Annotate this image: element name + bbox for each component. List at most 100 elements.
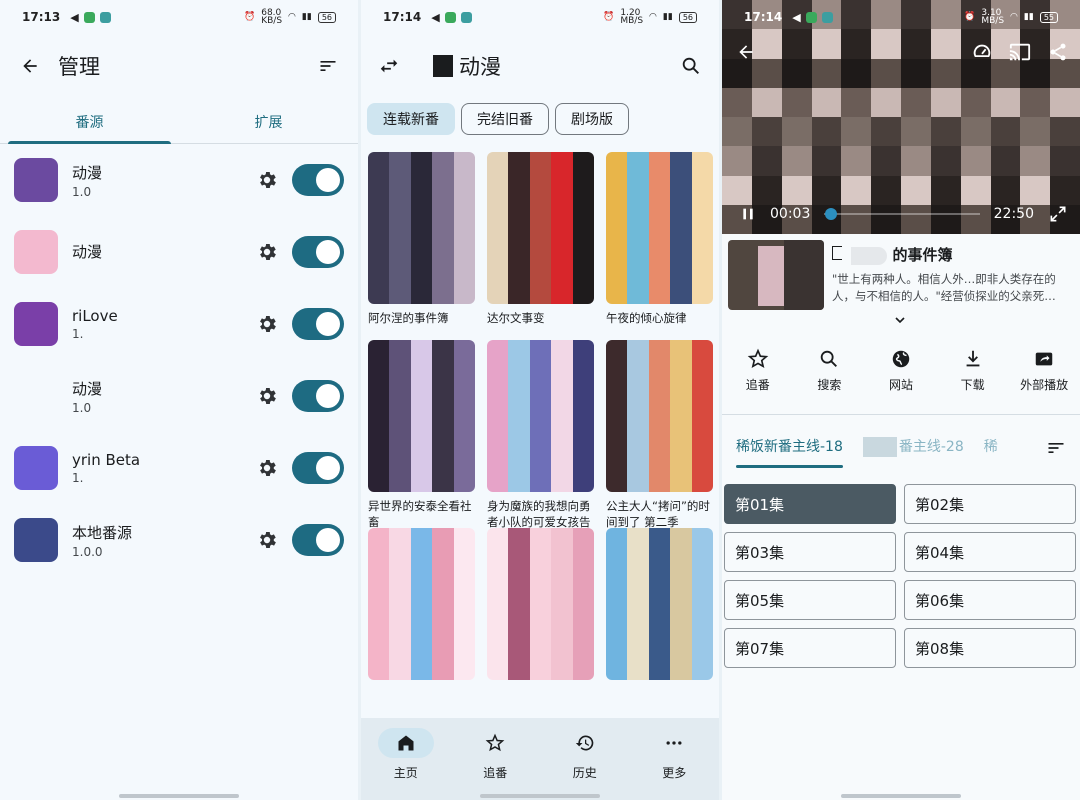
episode-button[interactable]: 第07集 <box>724 628 896 668</box>
source-toggle[interactable] <box>292 236 344 268</box>
source-row[interactable]: 动漫 1.0 <box>0 360 358 432</box>
source-avatar <box>14 518 58 562</box>
download-button[interactable]: 下载 <box>937 348 1009 393</box>
share-icon[interactable] <box>1046 40 1070 64</box>
pause-icon[interactable] <box>736 202 760 226</box>
tab-extensions[interactable]: 扩展 <box>179 100 358 143</box>
episode-button[interactable]: 第02集 <box>904 484 1076 524</box>
gear-icon[interactable] <box>256 313 278 335</box>
player-controls: 00:03 22:50 <box>736 202 1070 226</box>
search-icon[interactable] <box>679 54 703 78</box>
wifi-icon: ◠ <box>288 12 296 22</box>
current-time: 00:03 <box>770 206 811 222</box>
anime-cover <box>368 528 475 680</box>
alarm-icon: ⏰ <box>964 12 976 22</box>
nav-history[interactable]: 历史 <box>540 718 630 800</box>
episode-button[interactable]: 第05集 <box>724 580 896 620</box>
app-notification-icon <box>821 11 833 23</box>
action-row: 追番 搜索 网站 下载 外部播放 <box>722 348 1080 393</box>
anime-cover <box>487 528 594 680</box>
video-player[interactable]: 17:14 ◀ ⏰ 3.10 MB/S ◠ ▮▮ 55 00:03 22:50 <box>722 0 1080 234</box>
anime-card[interactable] <box>606 528 713 716</box>
swap-source-icon[interactable] <box>377 54 401 78</box>
route-tab[interactable]: 稀饭新番主线-18 <box>736 436 843 468</box>
route-tab[interactable]: 稀 <box>984 436 998 464</box>
source-toggle[interactable] <box>292 380 344 412</box>
source-toggle[interactable] <box>292 452 344 484</box>
anime-card[interactable]: 身为魔族的我想向勇者小队的可爱女孩告白。 <box>487 340 594 545</box>
divider <box>722 414 1080 415</box>
source-toggle[interactable] <box>292 308 344 340</box>
app-notification-icon <box>444 11 456 23</box>
route-tab[interactable]: 番主线-28 <box>862 436 964 465</box>
source-version: 1. <box>72 471 84 485</box>
signal-icon: ▮▮ <box>662 12 673 22</box>
gear-icon[interactable] <box>256 529 278 551</box>
detail-screen: 17:14 ◀ ⏰ 3.10 MB/S ◠ ▮▮ 55 00:03 22:50 … <box>722 0 1080 800</box>
source-row[interactable]: yrin Beta 1. <box>0 432 358 504</box>
page-title: 动漫 <box>459 55 501 79</box>
cast-icon[interactable] <box>1008 40 1032 64</box>
back-arrow-icon[interactable] <box>18 54 42 78</box>
star-icon <box>467 728 523 758</box>
seek-bar[interactable] <box>824 208 980 220</box>
anime-card[interactable]: 阿尔涅的事件簿 <box>368 152 475 340</box>
anime-title: 的事件簿 <box>892 246 953 264</box>
anime-card[interactable]: 公主大人“拷问”的时间到了 第二季 <box>606 340 713 529</box>
more-dots-icon <box>646 728 702 758</box>
chip-movie[interactable]: 剧场版 <box>555 103 629 135</box>
source-toggle[interactable] <box>292 524 344 556</box>
duration: 22:50 <box>993 206 1034 222</box>
gear-icon[interactable] <box>256 385 278 407</box>
gear-icon[interactable] <box>256 241 278 263</box>
nav-more[interactable]: 更多 <box>630 718 720 800</box>
chip-finished[interactable]: 完结旧番 <box>461 103 549 135</box>
anime-title: 公主大人“拷问”的时间到了 第二季 <box>606 499 710 529</box>
anime-card[interactable]: 异世界的安泰全看社畜 <box>368 340 475 529</box>
search-icon <box>821 350 838 367</box>
episode-button[interactable]: 第04集 <box>904 532 1076 572</box>
nav-home[interactable]: 主页 <box>361 718 451 800</box>
anime-card[interactable] <box>487 528 594 716</box>
episode-button[interactable]: 第03集 <box>724 532 896 572</box>
follow-button[interactable]: 追番 <box>722 348 794 393</box>
expand-chevron-icon[interactable] <box>892 312 908 332</box>
search-button[interactable]: 搜索 <box>794 348 866 393</box>
search-label: 搜索 <box>817 378 842 392</box>
anime-card[interactable]: 达尔文事变 <box>487 152 594 340</box>
anime-card[interactable]: 午夜的倾心旋律 <box>606 152 713 340</box>
battery-indicator: 55 <box>1039 11 1058 23</box>
nav-follow[interactable]: 追番 <box>451 718 541 800</box>
signal-icon: ▮▮ <box>301 12 312 22</box>
sort-icon[interactable] <box>1046 438 1066 462</box>
gear-icon[interactable] <box>256 169 278 191</box>
source-avatar <box>14 230 58 274</box>
playback-speed-icon[interactable] <box>970 40 994 64</box>
chip-airing[interactable]: 连载新番 <box>367 103 455 135</box>
source-toggle[interactable] <box>292 164 344 196</box>
source-row[interactable]: 本地番源 1.0.0 <box>0 504 358 576</box>
video-frame <box>722 0 1080 234</box>
source-row[interactable]: 动漫 <box>0 216 358 288</box>
anime-description[interactable]: "世上有两种人。相信人外…即非人类存在的人，与不相信的人。"经营侦探业的父亲死… <box>832 271 1072 305</box>
website-button[interactable]: 网站 <box>865 348 937 393</box>
episode-button[interactable]: 第01集 <box>724 484 896 524</box>
source-row[interactable]: 动漫 1.0 <box>0 144 358 216</box>
redacted-block <box>433 55 453 77</box>
source-row[interactable]: riLove 1. <box>0 288 358 360</box>
anime-card[interactable] <box>368 528 475 716</box>
source-avatar <box>14 158 58 202</box>
gear-icon[interactable] <box>256 457 278 479</box>
episode-button[interactable]: 第06集 <box>904 580 1076 620</box>
anime-cover <box>606 528 713 680</box>
seek-handle[interactable] <box>824 208 837 220</box>
fullscreen-icon[interactable] <box>1046 202 1070 226</box>
sort-icon[interactable] <box>316 54 340 78</box>
back-arrow-icon[interactable] <box>734 40 758 64</box>
anime-title: 异世界的安泰全看社畜 <box>368 499 472 529</box>
episode-button[interactable]: 第08集 <box>904 628 1076 668</box>
external-play-button[interactable]: 外部播放 <box>1008 348 1080 393</box>
tab-sources[interactable]: 番源 <box>0 100 179 144</box>
status-time: 17:13 <box>22 10 61 24</box>
anime-cover[interactable] <box>728 240 824 310</box>
